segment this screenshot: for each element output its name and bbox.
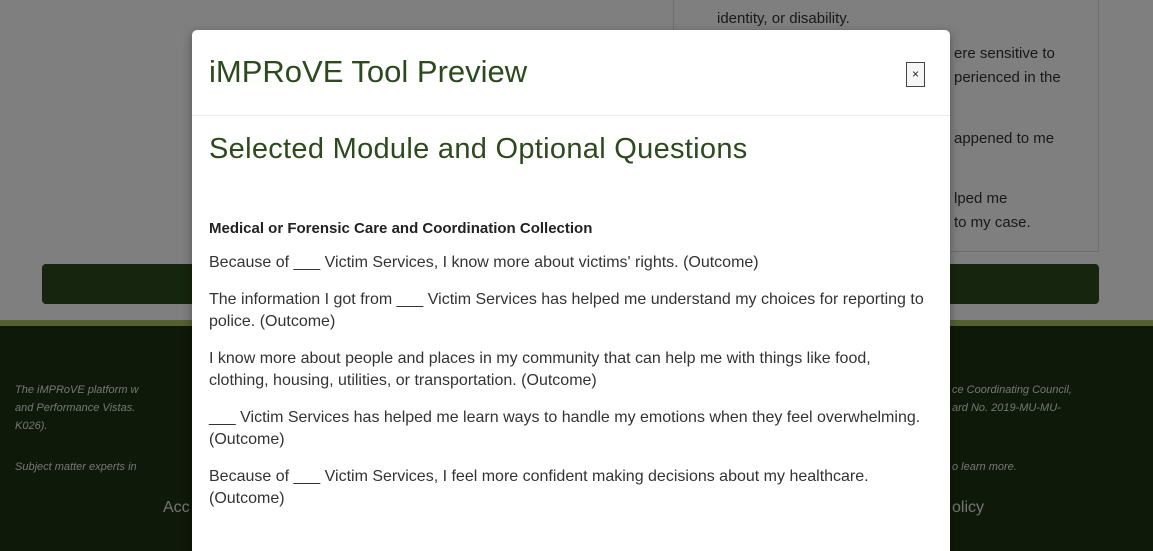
question-item: ___ Victim Services has helped me learn … — [209, 409, 921, 448]
question-item: Because of ___ Victim Services, I feel m… — [209, 468, 869, 507]
section-title: Selected Module and Optional Questions — [209, 133, 748, 165]
question-item: I know more about people and places in m… — [209, 350, 871, 389]
modal-header: iMPRoVE Tool Preview × — [192, 30, 950, 116]
question-item: The information I got from ___ Victim Se… — [209, 291, 924, 330]
modal-body: Selected Module and Optional Questions M… — [209, 116, 934, 510]
tool-preview-modal: iMPRoVE Tool Preview × Selected Module a… — [192, 30, 950, 551]
question-item: Because of ___ Victim Services, I know m… — [209, 254, 759, 271]
module-title: Medical or Forensic Care and Coordinatio… — [209, 220, 593, 237]
modal-title: iMPRoVE Tool Preview — [209, 54, 528, 89]
close-button[interactable]: × — [906, 62, 925, 87]
